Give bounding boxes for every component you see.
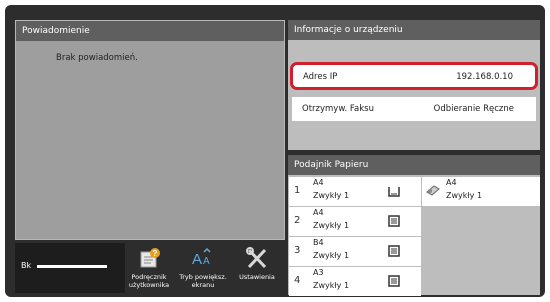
settings-label: Ustawienia (239, 273, 275, 281)
magnify-text-icon: A A (192, 247, 211, 268)
manual-icon: ? (140, 248, 160, 268)
tray-number: 1 (294, 185, 301, 196)
tray-item-1[interactable]: 1 A4 Zwykły 1 (289, 177, 421, 206)
user-manual-label-2: użytkownika (128, 281, 170, 289)
fax-receive-row[interactable]: Otrzymyw. Faksu Odbieranie Ręczne (292, 97, 536, 121)
paper-tray-title: Podajnik Papieru (288, 155, 540, 175)
bypass-tray-icon (426, 185, 440, 196)
tray-paper-size: A4 (313, 178, 324, 187)
tray-number: 2 (294, 215, 301, 226)
bypass-paper-type: Zwykły 1 (446, 191, 483, 200)
tray-stack-icon (388, 275, 400, 287)
fax-receive-value: Odbieranie Ręczne (433, 104, 514, 114)
svg-text:A: A (203, 256, 210, 267)
tray-paper-type: Zwykły 1 (313, 251, 350, 260)
toner-indicator: Bk (15, 243, 125, 293)
magnify-mode-label-1: Tryb powiększ. (179, 273, 227, 281)
tray-paper-type: Zwykły 1 (313, 191, 350, 200)
bypass-tray-item[interactable]: A4 Zwykły 1 (422, 177, 540, 206)
tray-item-4[interactable]: 4 A3 Zwykły 1 (289, 267, 421, 296)
bypass-paper-size: A4 (446, 178, 457, 187)
ip-address-value: 192.168.0.10 (456, 72, 513, 82)
ip-address-label: Adres IP (303, 72, 338, 82)
tray-paper-size: B4 (313, 238, 324, 247)
tray-paper-size: A4 (313, 208, 324, 217)
settings-button[interactable]: Ustawienia (231, 245, 283, 297)
device-info-panel: Informacje o urządzeniu Adres IP 192.168… (288, 20, 540, 150)
svg-text:A: A (192, 251, 202, 268)
tray-paper-size: A3 (313, 268, 324, 277)
notification-title: Powiadomienie (16, 21, 284, 41)
notification-panel[interactable]: Powiadomienie Brak powiadomień. (15, 20, 285, 240)
tray-list: 1 A4 Zwykły 1 2 A4 Zwykły 1 3 B4 Zwykły … (289, 177, 421, 297)
svg-text:?: ? (153, 249, 158, 258)
ip-address-row[interactable]: Adres IP 192.168.0.10 (290, 62, 538, 90)
tray-stack-icon (388, 215, 400, 227)
paper-tray-panel: Podajnik Papieru 1 A4 Zwykły 1 2 A4 Zwyk… (288, 155, 540, 297)
tray-item-2[interactable]: 2 A4 Zwykły 1 (289, 207, 421, 236)
tray-stack-icon (388, 245, 400, 257)
magnify-mode-button[interactable]: A A Tryb powiększ. ekranu (177, 245, 229, 297)
user-manual-button[interactable]: ? Podręcznik użytkownika (123, 245, 175, 297)
toner-level-bar (37, 265, 107, 268)
fax-receive-label: Otrzymyw. Faksu (302, 104, 374, 114)
tray-open-icon (388, 187, 400, 197)
notification-message: Brak powiadomień. (56, 53, 138, 63)
device-info-title: Informacje o urządzeniu (288, 20, 540, 40)
tray-paper-type: Zwykły 1 (313, 281, 350, 290)
tray-number: 3 (294, 245, 301, 256)
tools-icon (246, 247, 267, 269)
tray-item-3[interactable]: 3 B4 Zwykły 1 (289, 237, 421, 266)
toner-label: Bk (21, 261, 32, 270)
tray-number: 4 (294, 275, 301, 286)
touch-screen: Powiadomienie Brak powiadomień. Bk ? Pod… (5, 5, 545, 297)
tray-paper-type: Zwykły 1 (313, 221, 350, 230)
user-manual-label-1: Podręcznik (131, 273, 167, 281)
magnify-mode-label-2: ekranu (191, 281, 215, 289)
